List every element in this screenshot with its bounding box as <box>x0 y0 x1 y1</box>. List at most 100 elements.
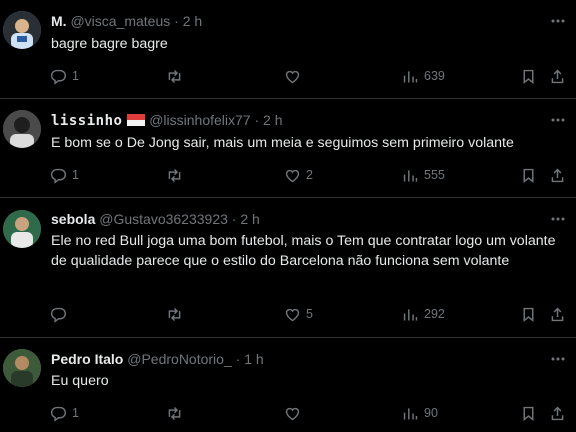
avatar[interactable] <box>3 210 41 248</box>
share-icon <box>551 168 564 182</box>
tweet[interactable]: lissinho @lissinhofelix77 · 2 h E bom se… <box>0 99 576 198</box>
views-button[interactable]: 639 <box>402 66 445 86</box>
avatar[interactable] <box>3 11 41 49</box>
views-icon <box>403 308 418 320</box>
like-icon <box>285 169 300 182</box>
display-name[interactable]: M. <box>51 13 67 29</box>
reply-count: 1 <box>72 406 79 420</box>
separator: · <box>254 112 260 128</box>
avatar[interactable] <box>3 110 41 148</box>
display-name[interactable]: lissinho <box>51 113 122 129</box>
avatar-image <box>3 210 41 248</box>
retweet-button[interactable] <box>166 304 188 324</box>
reply-icon <box>50 406 66 422</box>
share-icon <box>551 69 564 83</box>
display-name[interactable]: Pedro Italo <box>51 351 123 367</box>
timestamp[interactable]: 2 h <box>263 112 282 128</box>
tweet[interactable]: M. @visca_mateus · 2 h bagre bagre bagre… <box>0 0 576 99</box>
views-icon <box>403 70 418 82</box>
handle[interactable]: @PedroNotorio_ <box>127 351 232 367</box>
like-button[interactable]: 5 <box>284 304 313 324</box>
avatar[interactable] <box>3 349 41 387</box>
views-icon <box>403 169 418 181</box>
timestamp[interactable]: 1 h <box>244 351 263 367</box>
view-count: 639 <box>424 69 445 83</box>
reply-button[interactable]: 1 <box>50 165 79 185</box>
more-icon[interactable] <box>550 12 566 30</box>
like-button[interactable] <box>284 66 306 86</box>
reply-count: 1 <box>72 168 79 182</box>
bookmark-button[interactable] <box>520 403 537 423</box>
tweet-header: Pedro Italo @PedroNotorio_ · 1 h <box>51 350 264 368</box>
reply-icon <box>50 69 66 85</box>
like-icon <box>285 70 300 83</box>
view-count: 555 <box>424 168 445 182</box>
bookmark-icon <box>523 307 534 322</box>
tweet[interactable]: sebola @Gustavo36233923 · 2 h Ele no red… <box>0 198 576 338</box>
flag-icon <box>127 114 146 126</box>
display-name[interactable]: sebola <box>51 211 95 227</box>
tweet-header: M. @visca_mateus · 2 h <box>51 12 202 30</box>
views-button[interactable]: 292 <box>402 304 445 324</box>
bookmark-button[interactable] <box>520 165 537 185</box>
avatar-image <box>3 11 41 49</box>
retweet-icon <box>168 69 181 83</box>
more-icon[interactable] <box>550 350 566 368</box>
tweet-text: E bom se o De Jong sair, mais um meia e … <box>51 135 514 151</box>
tweet-header: sebola @Gustavo36233923 · 2 h <box>51 210 260 228</box>
share-button[interactable] <box>549 165 566 185</box>
reply-button[interactable]: 1 <box>50 66 79 86</box>
reply-icon <box>50 168 66 184</box>
retweet-icon <box>168 406 181 420</box>
bookmark-button[interactable] <box>520 304 537 324</box>
handle[interactable]: @Gustavo36233923 <box>99 211 228 227</box>
share-button[interactable] <box>549 403 566 423</box>
view-count: 292 <box>424 307 445 321</box>
retweet-button[interactable] <box>166 403 188 423</box>
share-button[interactable] <box>549 304 566 324</box>
tweet-actions: 1 2 555 <box>50 165 564 185</box>
like-icon <box>285 407 300 420</box>
like-count: 5 <box>306 307 313 321</box>
handle[interactable]: @visca_mateus <box>70 13 170 29</box>
retweet-icon <box>168 168 181 182</box>
views-button[interactable]: 555 <box>402 165 445 185</box>
separator: · <box>231 211 237 227</box>
tweet[interactable]: Pedro Italo @PedroNotorio_ · 1 h Eu quer… <box>0 338 576 432</box>
reply-icon <box>50 307 66 323</box>
more-icon[interactable] <box>550 210 566 228</box>
tweet-actions: 5 292 <box>50 304 564 324</box>
timestamp[interactable]: 2 h <box>183 13 202 29</box>
avatar-image <box>3 110 41 148</box>
tweet-text: Eu quero <box>51 373 109 389</box>
timestamp[interactable]: 2 h <box>240 211 259 227</box>
share-icon <box>551 307 564 321</box>
views-button[interactable]: 90 <box>402 403 438 423</box>
bookmark-icon <box>523 168 534 183</box>
like-count: 2 <box>306 168 313 182</box>
share-button[interactable] <box>549 66 566 86</box>
share-icon <box>551 406 564 420</box>
separator: · <box>174 13 179 29</box>
avatar-image <box>3 349 41 387</box>
retweet-button[interactable] <box>166 66 188 86</box>
tweet-actions: 1 90 <box>50 403 564 423</box>
like-button[interactable] <box>284 403 306 423</box>
retweet-icon <box>168 307 181 321</box>
tweet-actions: 1 639 <box>50 66 564 86</box>
retweet-button[interactable] <box>166 165 188 185</box>
tweet-header: lissinho @lissinhofelix77 · 2 h <box>51 111 283 130</box>
views-icon <box>403 407 418 419</box>
separator: · <box>235 351 241 367</box>
reply-count: 1 <box>72 69 79 83</box>
handle[interactable]: @lissinhofelix77 <box>149 112 250 128</box>
bookmark-button[interactable] <box>520 66 537 86</box>
bookmark-icon <box>523 69 534 84</box>
like-button[interactable]: 2 <box>284 165 313 185</box>
reply-button[interactable] <box>50 304 72 324</box>
reply-button[interactable]: 1 <box>50 403 79 423</box>
tweet-text: Ele no red Bull joga uma bom futebol, ma… <box>51 233 556 269</box>
more-icon[interactable] <box>550 111 566 129</box>
like-icon <box>285 308 300 321</box>
bookmark-icon <box>523 406 534 421</box>
